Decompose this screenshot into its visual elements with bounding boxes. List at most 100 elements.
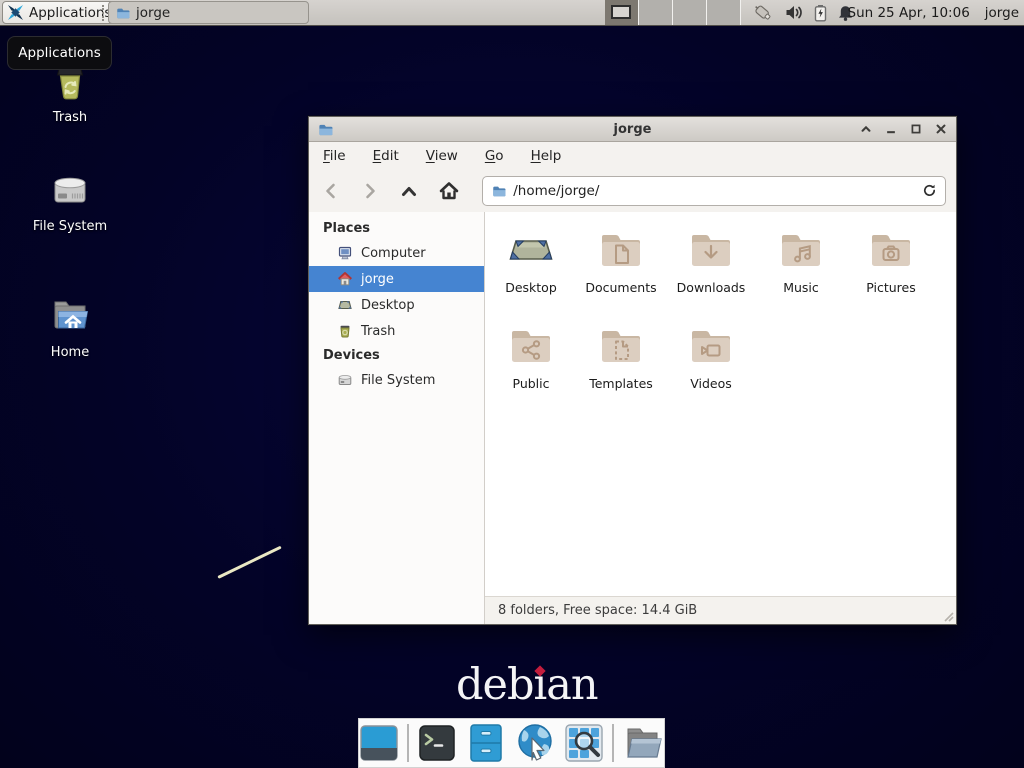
dock-panel: [358, 718, 665, 768]
menu-file[interactable]: File: [323, 148, 346, 164]
dock-separator: [407, 724, 409, 762]
menu-view[interactable]: View: [426, 148, 458, 164]
resize-grip[interactable]: [942, 610, 954, 622]
sidebar-item-desktop[interactable]: Desktop: [309, 292, 484, 318]
side-pane: Places Computer jo: [309, 212, 485, 624]
statusbar: 8 folders, Free space: 14.4 GiB: [485, 596, 956, 624]
file-cabinet-icon: [468, 723, 504, 763]
desktop-icon-label: File System: [33, 219, 107, 234]
pictures-folder-icon: [867, 226, 915, 274]
folder-item-music[interactable]: Music: [756, 226, 846, 322]
sidebar-item-computer[interactable]: Computer: [309, 240, 484, 266]
sidebar-item-file-system[interactable]: File System: [309, 367, 484, 393]
system-tray: [752, 0, 854, 25]
application-finder-button[interactable]: [564, 722, 604, 764]
terminal-button[interactable]: [417, 722, 457, 764]
desktop-icon-label: Home: [51, 345, 89, 360]
devices-header: Devices: [309, 344, 484, 367]
panel-username: jorge: [985, 5, 1019, 21]
close-button[interactable]: [934, 122, 948, 136]
home-icon: [337, 271, 353, 287]
desktop-icon-home[interactable]: Home: [22, 292, 118, 360]
status-text: 8 folders, Free space: 14.4 GiB: [498, 603, 697, 618]
web-browser-button[interactable]: [514, 722, 556, 764]
folder-item-desktop[interactable]: Desktop: [486, 226, 576, 322]
workspace-switcher: [605, 0, 741, 25]
folder-item-templates[interactable]: Templates: [576, 322, 666, 418]
workspace-4[interactable]: [707, 0, 741, 25]
file-manager-button[interactable]: [466, 722, 506, 764]
sidebar-item-trash[interactable]: Trash: [309, 318, 484, 344]
applications-menu-label: Applications: [29, 5, 111, 21]
music-folder-icon: [777, 226, 825, 274]
computer-icon: [337, 245, 353, 261]
show-desktop-button[interactable]: [359, 722, 399, 764]
web-browser-icon: [514, 722, 556, 764]
menu-edit[interactable]: Edit: [373, 148, 399, 164]
desktop-icon-label: Trash: [53, 110, 87, 125]
up-button[interactable]: [398, 179, 421, 203]
network-icon[interactable]: [752, 3, 776, 23]
open-folder-icon: [622, 723, 664, 763]
public-folder-icon: [507, 322, 555, 370]
panel-handle: [102, 5, 106, 21]
reload-icon[interactable]: [922, 183, 937, 198]
hard-disk-icon: [337, 372, 353, 388]
forward-button[interactable]: [358, 179, 381, 203]
folder-icon: [115, 6, 130, 20]
location-path[interactable]: /home/jorge/: [513, 183, 915, 199]
workspace-3[interactable]: [673, 0, 707, 25]
show-desktop-icon: [359, 723, 399, 763]
applications-menu-icon: [7, 4, 24, 21]
minimize-button[interactable]: [884, 122, 898, 136]
volume-icon[interactable]: [785, 4, 804, 21]
menu-help[interactable]: Help: [531, 148, 562, 164]
desktop-icon-file-system[interactable]: File System: [22, 166, 118, 234]
home-button[interactable]: [437, 179, 460, 203]
toolbar: /home/jorge/: [309, 169, 956, 212]
hard-disk-icon: [46, 166, 94, 212]
location-bar[interactable]: /home/jorge/: [482, 176, 946, 206]
workspace-2[interactable]: [639, 0, 673, 25]
trash-icon: [337, 323, 353, 339]
workspace-1[interactable]: [605, 0, 639, 25]
menubar: File Edit View Go Help: [309, 142, 956, 169]
templates-folder-icon: [597, 322, 645, 370]
workspace-window-preview: [611, 5, 631, 19]
icon-view[interactable]: Desktop Documents: [485, 212, 956, 596]
desktop-icon: [337, 297, 353, 313]
places-header: Places: [309, 217, 484, 240]
clock-area: Sun 25 Apr, 10:06 jorge: [848, 0, 1020, 25]
maximize-button[interactable]: [909, 122, 923, 136]
taskbar-window-label: jorge: [136, 5, 170, 21]
folder-item-documents[interactable]: Documents: [576, 226, 666, 322]
desktop: Applications jorge: [0, 0, 1024, 768]
application-finder-icon: [564, 723, 604, 763]
downloads-folder-icon: [687, 226, 735, 274]
cursor-trail-artifact: [217, 546, 281, 579]
clock[interactable]: Sun 25 Apr, 10:06: [848, 5, 970, 21]
folder-item-public[interactable]: Public: [486, 322, 576, 418]
file-manager-window: jorge File Edit View Go Help: [308, 116, 957, 625]
directory-button[interactable]: [622, 722, 664, 764]
videos-folder-icon: [687, 322, 735, 370]
sidebar-item-jorge[interactable]: jorge: [309, 266, 484, 292]
battery-icon[interactable]: [813, 4, 828, 22]
back-button[interactable]: [319, 179, 342, 203]
location-folder-icon: [491, 184, 506, 198]
taskbar-window-button[interactable]: jorge: [108, 1, 309, 24]
applications-tooltip: Applications: [7, 36, 112, 70]
dock-separator: [612, 724, 614, 762]
debian-logo: debıan: [456, 660, 598, 710]
folder-item-pictures[interactable]: Pictures: [846, 226, 936, 322]
terminal-icon: [418, 724, 456, 762]
folder-item-videos[interactable]: Videos: [666, 322, 756, 418]
folder-item-downloads[interactable]: Downloads: [666, 226, 756, 322]
desktop-pad-icon: [507, 226, 555, 274]
shade-button[interactable]: [859, 122, 873, 136]
top-panel: Applications jorge: [0, 0, 1024, 26]
menu-go[interactable]: Go: [485, 148, 504, 164]
documents-folder-icon: [597, 226, 645, 274]
window-titlebar[interactable]: jorge: [309, 117, 956, 142]
home-folder-icon: [46, 292, 94, 338]
